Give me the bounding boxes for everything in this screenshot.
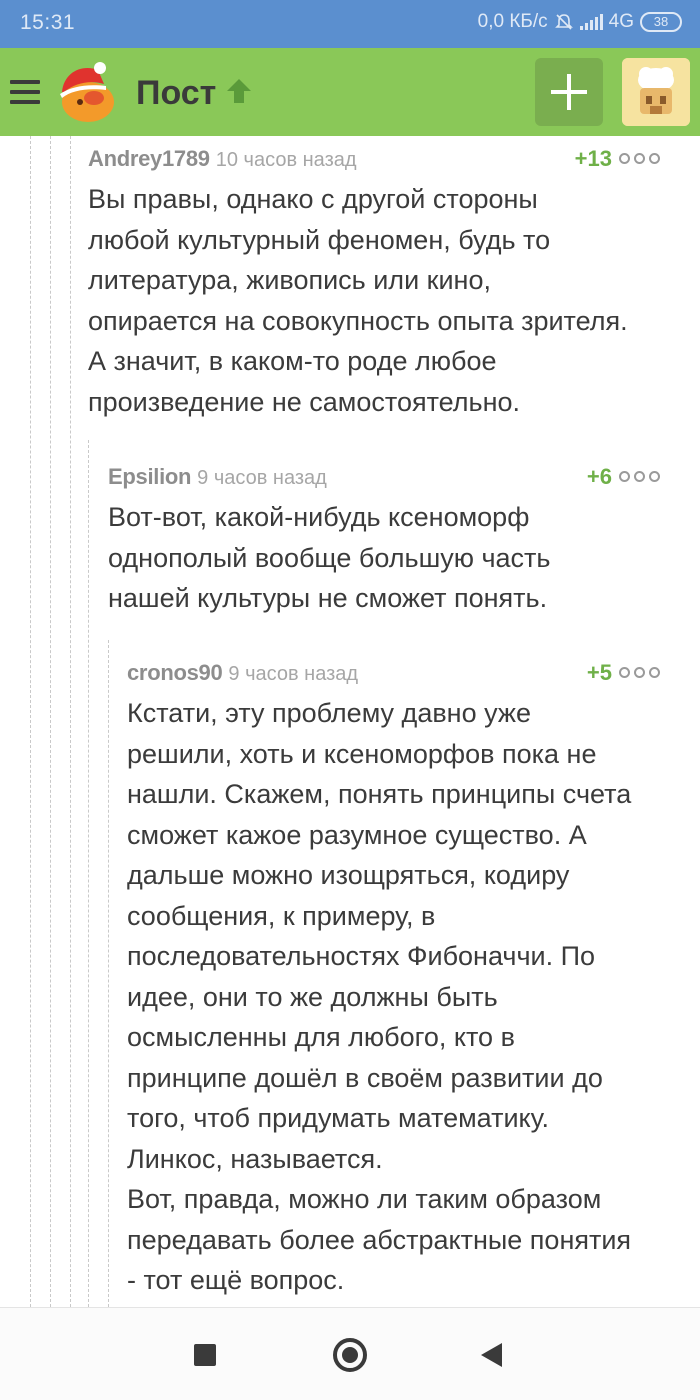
comment-time: 9 часов назад [197,467,327,489]
comment-time: 10 часов назад [215,149,357,171]
circle-home-icon[interactable] [333,1338,367,1372]
comment-rating: +13 [574,146,612,171]
comment-author[interactable]: cronos90 [127,660,223,685]
comment: Andrey1789 10 часов назад +13 Вы правы, о… [88,146,660,422]
signal-icon [579,14,603,30]
square-recents-icon[interactable] [194,1344,216,1366]
page-title: Пост [136,74,217,112]
status-indicators: 0,0 КБ/с 4G 38 [478,11,682,33]
system-nav-bar [0,1307,700,1400]
add-post-button[interactable] [535,58,603,126]
comment: cronos90 9 часов назад +5 Кстати, эту про… [127,660,660,1301]
comment-thread: Andrey1789 10 часов назад +13 Вы правы, о… [0,136,700,1307]
comment-header: Epsilion 9 часов назад +6 [108,464,660,494]
comment-text: Кстати, эту проблему давно уже решили, х… [127,698,632,1295]
thread-line [70,136,71,1307]
comment-text: Вы правы, однако с другой стороны любой … [88,184,628,417]
comment-author[interactable]: Epsilion [108,464,191,489]
comment-rating: +5 [586,660,612,685]
user-avatar-icon[interactable] [622,58,690,126]
comment-header: Andrey1789 10 часов назад +13 [88,146,660,176]
pikabu-logo-icon[interactable] [52,58,120,126]
bell-off-icon [554,14,573,30]
comment-rating: +6 [586,464,612,489]
more-options-icon[interactable] [619,153,660,164]
triangle-back-icon[interactable] [481,1343,502,1367]
comment: Epsilion 9 часов назад +6 Вот-вот, какой-… [108,464,660,619]
network-speed: 0,0 КБ/с [477,11,548,32]
comment-author[interactable]: Andrey1789 [88,146,210,171]
more-options-icon[interactable] [619,471,660,482]
status-bar: 15:31 0,0 КБ/с 4G 38 [0,0,700,48]
thread-line [108,640,109,1307]
network-type: 4G [608,11,634,32]
comment-time: 9 часов назад [228,663,359,685]
comment-header: cronos90 9 часов назад +5 [127,660,660,690]
status-time: 15:31 [20,11,76,34]
hamburger-menu-icon[interactable] [10,80,40,104]
thread-line [30,136,31,1307]
comment-text: Вот-вот, какой-нибудь ксеноморф однополы… [108,502,551,613]
battery-icon: 38 [640,12,682,32]
more-options-icon[interactable] [619,667,660,678]
thread-line [88,440,89,1307]
arrow-up-icon[interactable] [224,76,254,106]
thread-line [50,136,51,1307]
plus-icon [551,74,587,110]
toolbar: Пост [0,48,700,136]
